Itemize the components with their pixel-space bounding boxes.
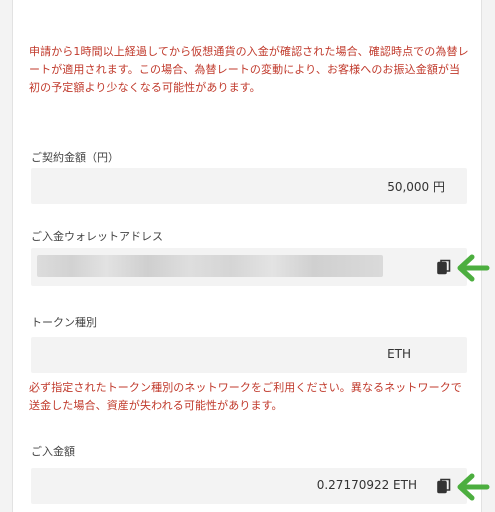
contract-amount-label: ご契約金額（円）: [31, 151, 119, 164]
deposit-amount-value: 0.27170922 ETH: [316, 478, 417, 492]
network-notice: 必ず指定されたトークン種別のネットワークをご利用ください。異なるネットワークで送…: [29, 381, 462, 412]
deposit-amount-field: 0.27170922 ETH: [31, 468, 467, 504]
rate-notice: 申請から1時間以上経過してから仮想通貨の入金が確認された場合、確認時点での為替レ…: [29, 45, 469, 94]
copy-icon[interactable]: [437, 259, 451, 275]
page-frame: 申請から1時間以上経過してから仮想通貨の入金が確認された場合、確認時点での為替レ…: [0, 0, 495, 512]
wallet-address-field: [31, 248, 467, 286]
wallet-address-value-blurred: [37, 255, 383, 277]
contract-amount-value: 50,000 円: [387, 180, 445, 194]
token-type-field: ETH: [31, 337, 467, 373]
wallet-address-label: ご入金ウォレットアドレス: [31, 230, 163, 243]
copy-icon[interactable]: [437, 478, 451, 494]
token-type-label: トークン種別: [31, 316, 97, 329]
contract-amount-field: 50,000 円: [31, 168, 467, 204]
token-type-value: ETH: [387, 347, 411, 361]
deposit-form-card: 申請から1時間以上経過してから仮想通貨の入金が確認された場合、確認時点での為替レ…: [12, 0, 482, 512]
arrow-left-icon: [456, 253, 490, 283]
arrow-left-icon: [456, 472, 490, 502]
deposit-amount-label: ご入金額: [31, 445, 75, 458]
